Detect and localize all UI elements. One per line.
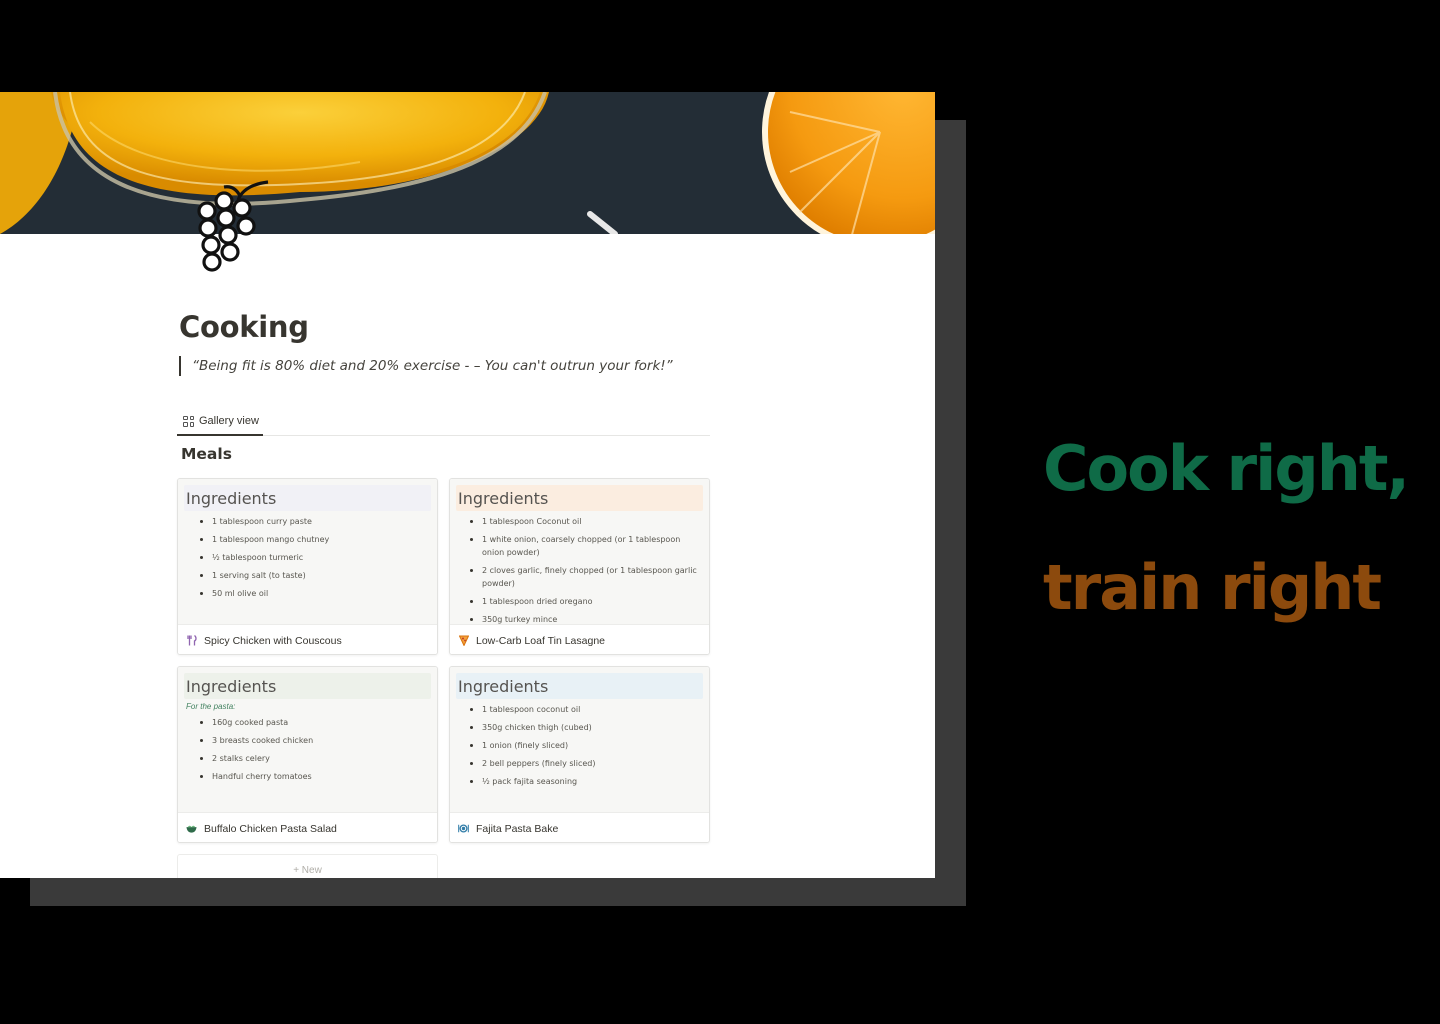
list-item: 350g chicken thigh (cubed) [468, 721, 703, 734]
cover-image [0, 92, 935, 234]
list-item: 1 tablespoon coconut oil [468, 703, 703, 716]
list-item: 50 ml olive oil [198, 587, 431, 600]
page-quote[interactable]: “Being fit is 80% diet and 20% exercise … [179, 356, 673, 376]
card-title: Buffalo Chicken Pasta Salad [204, 822, 337, 835]
card-footer[interactable]: Low-Carb Loaf Tin Lasagne [450, 625, 709, 654]
grapes-icon[interactable] [190, 178, 274, 274]
list-item: 2 cloves garlic, finely chopped (or 1 ta… [468, 564, 703, 590]
gallery-card[interactable]: Ingredients 1 tablespoon Coconut oil 1 w… [449, 478, 710, 655]
list-item: 2 stalks celery [198, 752, 431, 765]
view-tabs: Gallery view [177, 408, 710, 436]
fork-knife-icon [186, 635, 197, 646]
card-title: Fajita Pasta Bake [476, 822, 559, 835]
plate-cutlery-icon [458, 823, 469, 834]
card-preview: Ingredients 1 tablespoon Coconut oil 1 w… [450, 479, 709, 625]
card-heading: Ingredients [456, 485, 703, 511]
list-item: 1 tablespoon curry paste [198, 515, 431, 528]
card-heading: Ingredients [456, 673, 703, 699]
gallery-card[interactable]: Ingredients 1 tablespoon coconut oil 350… [449, 666, 710, 843]
tagline-line-1: Cook right, [1043, 432, 1410, 505]
tab-gallery-view[interactable]: Gallery view [177, 408, 263, 436]
list-item: Handful cherry tomatoes [198, 770, 431, 783]
tagline-line-2: train right [1043, 551, 1382, 624]
tab-label: Gallery view [199, 415, 259, 427]
pizza-icon [458, 635, 469, 646]
list-item: ½ pack fajita seasoning [468, 775, 703, 788]
gallery-title[interactable]: Meals [181, 445, 232, 463]
card-title: Low-Carb Loaf Tin Lasagne [476, 634, 605, 647]
list-item: 1 serving salt (to taste) [198, 569, 431, 582]
list-item: 1 tablespoon Coconut oil [468, 515, 703, 528]
list-item: 2 bell peppers (finely sliced) [468, 757, 703, 770]
list-item: 1 white onion, coarsely chopped (or 1 ta… [468, 533, 703, 559]
list-item: 1 onion (finely sliced) [468, 739, 703, 752]
list-item: 3 breasts cooked chicken [198, 734, 431, 747]
list-item: 160g cooked pasta [198, 716, 431, 729]
card-footer[interactable]: Spicy Chicken with Couscous [178, 625, 437, 654]
card-title: Spicy Chicken with Couscous [204, 634, 342, 647]
list-item: 1 tablespoon dried oregano [468, 595, 703, 608]
page-title[interactable]: Cooking [179, 310, 309, 344]
new-button-label: + New [293, 865, 322, 876]
bowl-icon [186, 823, 197, 834]
new-card-button[interactable]: + New [177, 854, 438, 878]
card-preview: Ingredients 1 tablespoon coconut oil 350… [450, 667, 709, 813]
card-heading: Ingredients [184, 673, 431, 699]
gallery-grid-icon [183, 415, 194, 427]
notion-page: Cooking “Being fit is 80% diet and 20% e… [0, 92, 935, 878]
ingredient-list: 1 tablespoon curry paste 1 tablespoon ma… [184, 515, 431, 600]
card-preview: Ingredients 1 tablespoon curry paste 1 t… [178, 479, 437, 625]
gallery-card[interactable]: Ingredients For the pasta: 160g cooked p… [177, 666, 438, 843]
card-note: For the pasta: [186, 702, 236, 711]
list-item: 1 tablespoon mango chutney [198, 533, 431, 546]
card-heading: Ingredients [184, 485, 431, 511]
list-item: ½ tablespoon turmeric [198, 551, 431, 564]
ingredient-list: 160g cooked pasta 3 breasts cooked chick… [184, 716, 431, 783]
gallery-card[interactable]: Ingredients 1 tablespoon curry paste 1 t… [177, 478, 438, 655]
ingredient-list: 1 tablespoon Coconut oil 1 white onion, … [456, 515, 703, 624]
card-preview: Ingredients For the pasta: 160g cooked p… [178, 667, 437, 813]
card-footer[interactable]: Fajita Pasta Bake [450, 813, 709, 842]
ingredient-list: 1 tablespoon coconut oil 350g chicken th… [456, 703, 703, 788]
list-item: 350g turkey mince [468, 613, 703, 624]
card-footer[interactable]: Buffalo Chicken Pasta Salad [178, 813, 437, 842]
